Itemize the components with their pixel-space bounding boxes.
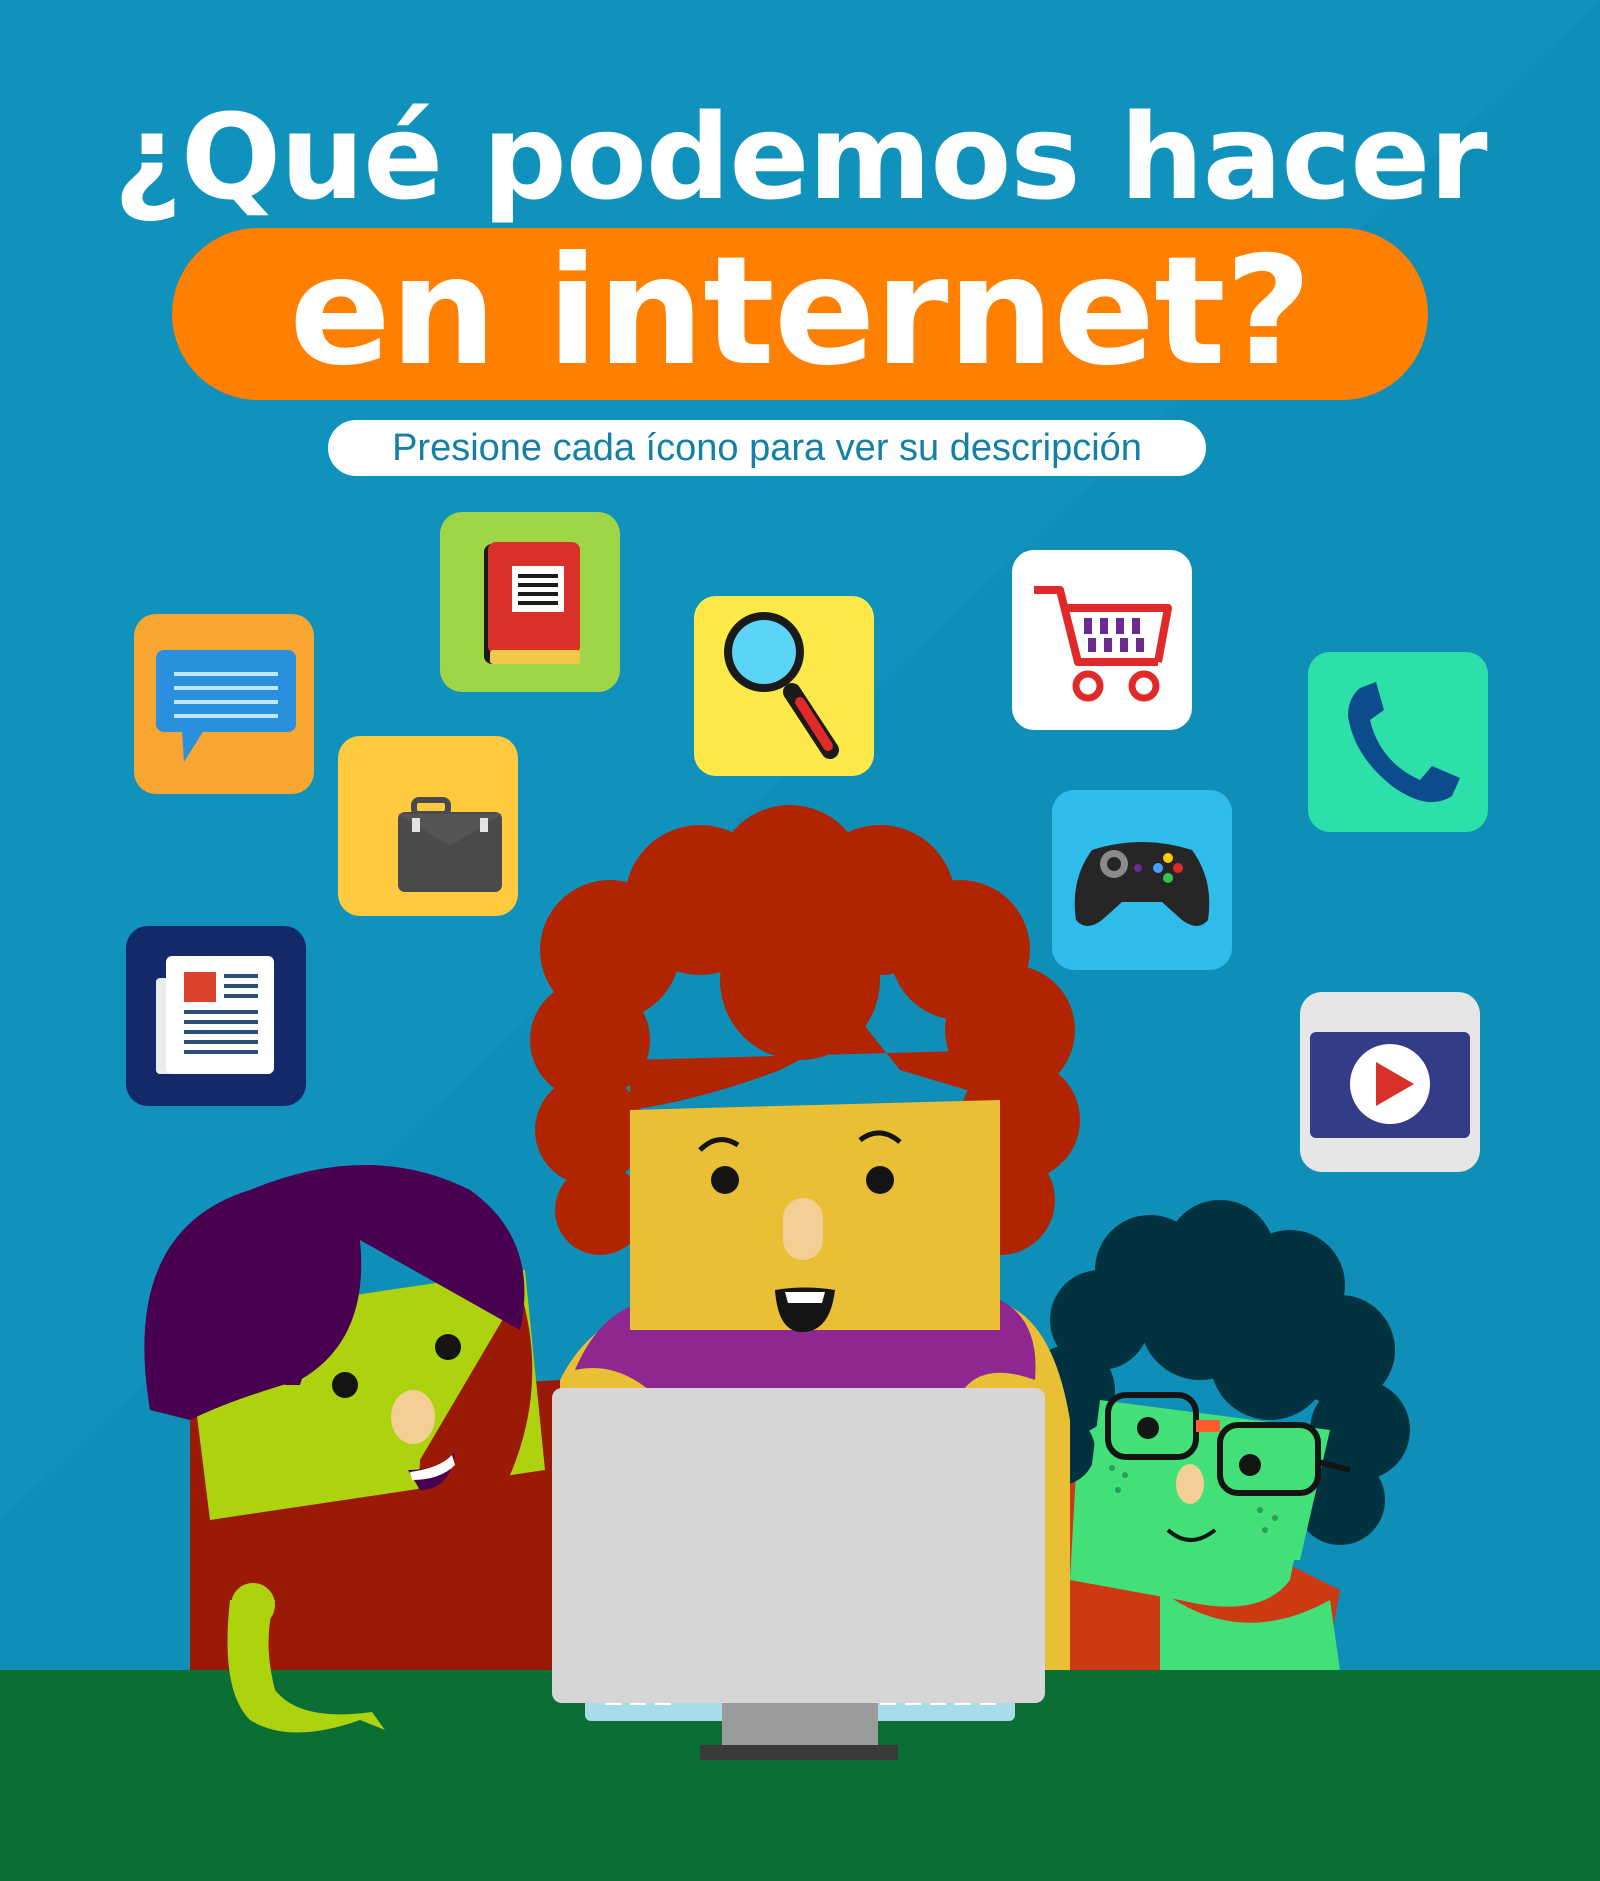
chat-icon	[156, 650, 296, 762]
search-icon-button[interactable]	[694, 596, 874, 776]
shopping-cart-icon-button[interactable]	[1012, 550, 1192, 730]
title-line-1: ¿Qué podemos hacer	[113, 88, 1487, 226]
newspaper-icon	[156, 956, 274, 1074]
phone-icon	[1348, 682, 1460, 803]
computer	[552, 1388, 1045, 1760]
briefcase-icon	[398, 797, 502, 892]
gamepad-icon	[1074, 842, 1210, 926]
gamepad-icon-button[interactable]	[1052, 790, 1232, 970]
illustration-scene: ¿Qué podemos hacer en internet? Presione…	[0, 0, 1600, 1881]
video-play-icon	[1310, 1032, 1470, 1138]
video-play-icon-button[interactable]	[1300, 992, 1480, 1172]
subtitle-instruction: Presione cada ícono para ver su descripc…	[392, 427, 1142, 469]
title-line-2: en internet?	[289, 225, 1312, 399]
shopping-cart-icon	[1034, 586, 1172, 702]
search-icon	[724, 612, 839, 759]
book-icon	[484, 542, 580, 664]
newspaper-icon-button[interactable]	[126, 926, 306, 1106]
phone-icon-button[interactable]	[1308, 652, 1488, 832]
book-icon-button[interactable]	[440, 512, 620, 692]
character-left	[144, 1165, 575, 1735]
chat-icon-button[interactable]	[134, 614, 314, 794]
briefcase-icon-button[interactable]	[338, 736, 518, 916]
